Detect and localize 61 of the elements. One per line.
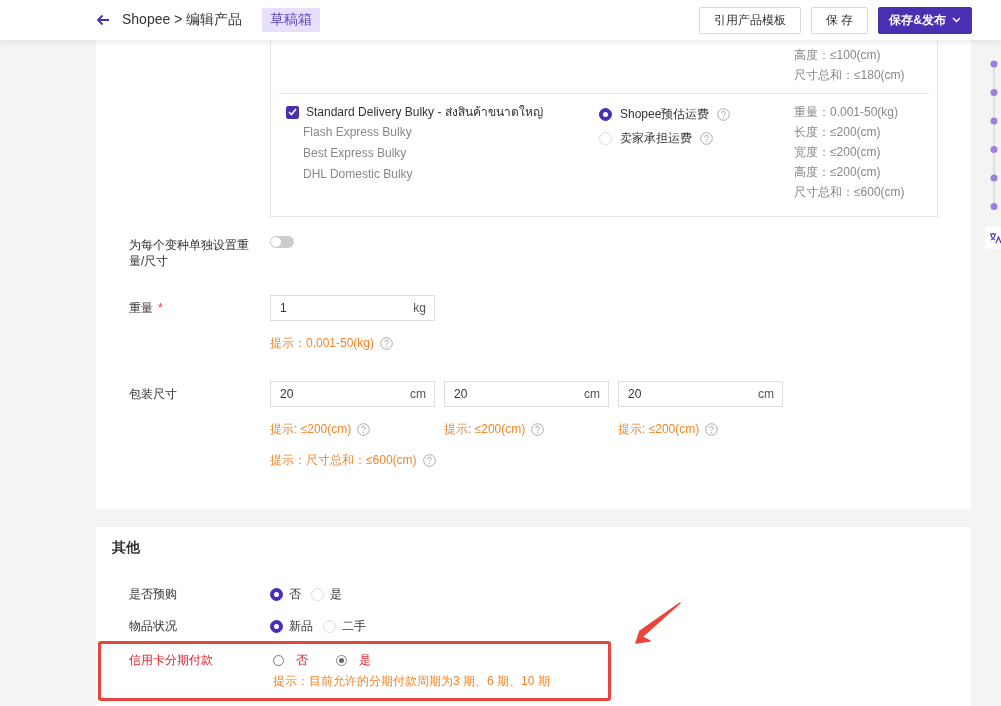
field-label: 物品状况 xyxy=(128,617,178,635)
radio-label: 是 xyxy=(359,652,371,669)
radio-label: 卖家承担运费 xyxy=(620,130,692,147)
help-icon[interactable] xyxy=(717,107,731,121)
radio-button[interactable] xyxy=(599,107,612,121)
toggle-switch[interactable] xyxy=(270,236,294,248)
help-icon[interactable] xyxy=(380,337,394,350)
help-icon[interactable] xyxy=(422,454,436,467)
unit-label: cm xyxy=(410,387,426,401)
unit-label: cm xyxy=(758,387,774,401)
hint-text: 提示：0.001-50(kg) xyxy=(270,335,375,352)
help-icon[interactable] xyxy=(705,423,719,436)
field-label: 信用卡分期付款 xyxy=(128,651,214,669)
field-label: 重量 xyxy=(129,301,153,315)
field-label: 包装尺寸 xyxy=(128,386,178,403)
unit-label: cm xyxy=(584,387,600,401)
radio-label: 否 xyxy=(296,652,308,669)
carrier-name: DHL Domestic Bulky xyxy=(302,166,414,183)
radio-button[interactable] xyxy=(270,619,283,633)
annotation-arrow xyxy=(632,601,682,647)
radio-button[interactable] xyxy=(270,587,283,601)
checkbox[interactable] xyxy=(286,105,299,119)
help-icon[interactable] xyxy=(357,423,371,436)
save-publish-button[interactable]: 保存&发布 xyxy=(878,6,972,34)
spec-text: 尺寸总和：≤180(cm) xyxy=(794,67,906,84)
hint-text: 提示: ≤200(cm) xyxy=(270,421,352,438)
translate-icon xyxy=(989,232,1001,244)
radio-button[interactable] xyxy=(336,654,347,666)
toolbar-button[interactable]: 保 存 xyxy=(811,6,869,34)
hint-text: 提示：尺寸总和：≤600(cm) xyxy=(270,452,417,469)
radio-label: 新品 xyxy=(289,618,313,635)
spec-text: 高度：≤100(cm) xyxy=(794,47,882,64)
carrier-name: Flash Express Bulky xyxy=(302,124,413,141)
section-title: 其他 xyxy=(111,539,141,557)
breadcrumb: Shopee > 编辑产品 xyxy=(122,11,243,29)
radio-label: 否 xyxy=(289,586,301,603)
hint-text: 提示: ≤200(cm) xyxy=(618,421,700,438)
spec-text: 重量：0.001-50(kg) xyxy=(794,104,900,121)
unit-label: kg xyxy=(413,301,426,315)
toolbar-button[interactable]: 引用产品模板 xyxy=(699,6,801,34)
channel-name: Standard Delivery Bulky - ส่งสินค้าขนาดใหญ่ xyxy=(306,104,543,121)
status-badge: 草稿箱 xyxy=(262,8,321,32)
radio-label: 二手 xyxy=(342,618,366,635)
spec-text: 宽度：≤200(cm) xyxy=(794,144,882,161)
radio-label: Shopee预估运费 xyxy=(620,106,710,123)
help-icon[interactable] xyxy=(700,131,713,145)
field-label: 是否预购 xyxy=(128,585,178,603)
hint-text: 提示：目前允许的分期付款周期为3 期、6 期、10 期 xyxy=(273,673,550,690)
help-icon[interactable] xyxy=(531,423,545,436)
hint-text: 提示: ≤200(cm) xyxy=(444,421,526,438)
field-label: 为每个变种单独设置重量/尺寸 xyxy=(128,237,250,269)
carrier-name: Best Express Bulky xyxy=(302,145,408,162)
checkmark-icon xyxy=(288,108,297,116)
spec-text: 长度：≤200(cm) xyxy=(794,124,882,141)
required-mark: * xyxy=(158,301,163,315)
radio-label: 是 xyxy=(330,586,342,603)
spec-text: 高度：≤200(cm) xyxy=(794,164,882,181)
translate-button[interactable] xyxy=(985,227,1001,249)
caret-icon xyxy=(952,17,961,23)
spec-text: 尺寸总和：≤600(cm) xyxy=(794,184,906,201)
back-arrow-icon[interactable] xyxy=(96,14,110,26)
